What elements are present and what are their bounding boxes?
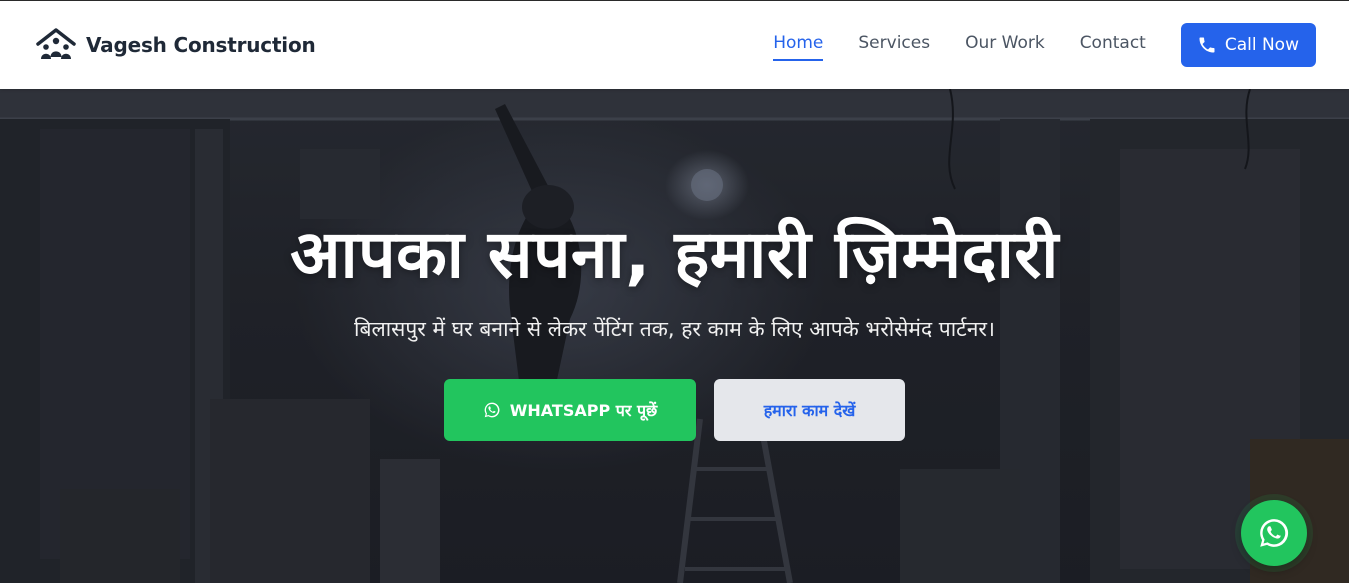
nav-link-our-work[interactable]: Our Work	[965, 33, 1045, 61]
view-work-button[interactable]: हमारा काम देखें	[714, 379, 905, 441]
whatsapp-ask-label: WHATSAPP पर पूछें	[509, 401, 658, 420]
whatsapp-icon	[1260, 519, 1289, 547]
call-now-button[interactable]: Call Now	[1180, 23, 1316, 67]
call-now-label: Call Now	[1224, 35, 1299, 55]
nav-links: Home Services Our Work Contact	[773, 31, 1146, 61]
house-with-family-icon	[36, 28, 76, 59]
nav-right: Home Services Our Work Contact Call Now	[773, 23, 1316, 67]
whatsapp-icon	[484, 402, 500, 418]
hero-subtitle: बिलासपुर में घर बनाने से लेकर पेंटिंग तक…	[354, 317, 995, 341]
navbar: Vagesh Construction Home Services Our Wo…	[0, 0, 1349, 89]
brand[interactable]: Vagesh Construction	[35, 27, 316, 63]
floating-whatsapp-button[interactable]	[1241, 500, 1307, 566]
hero-buttons: WHATSAPP पर पूछें हमारा काम देखें	[0, 379, 1349, 441]
brand-name: Vagesh Construction	[86, 33, 316, 57]
phone-icon	[1199, 37, 1215, 53]
nav-link-contact[interactable]: Contact	[1080, 33, 1146, 61]
nav-link-home[interactable]: Home	[773, 33, 824, 61]
nav-link-services[interactable]: Services	[858, 33, 930, 61]
hero-section: आपका सपना, हमारी ज़िम्मेदारी बिलासपुर मे…	[0, 89, 1349, 583]
hero-title: आपका सपना, हमारी ज़िम्मेदारी	[290, 216, 1059, 293]
whatsapp-ask-button[interactable]: WHATSAPP पर पूछें	[444, 379, 696, 441]
